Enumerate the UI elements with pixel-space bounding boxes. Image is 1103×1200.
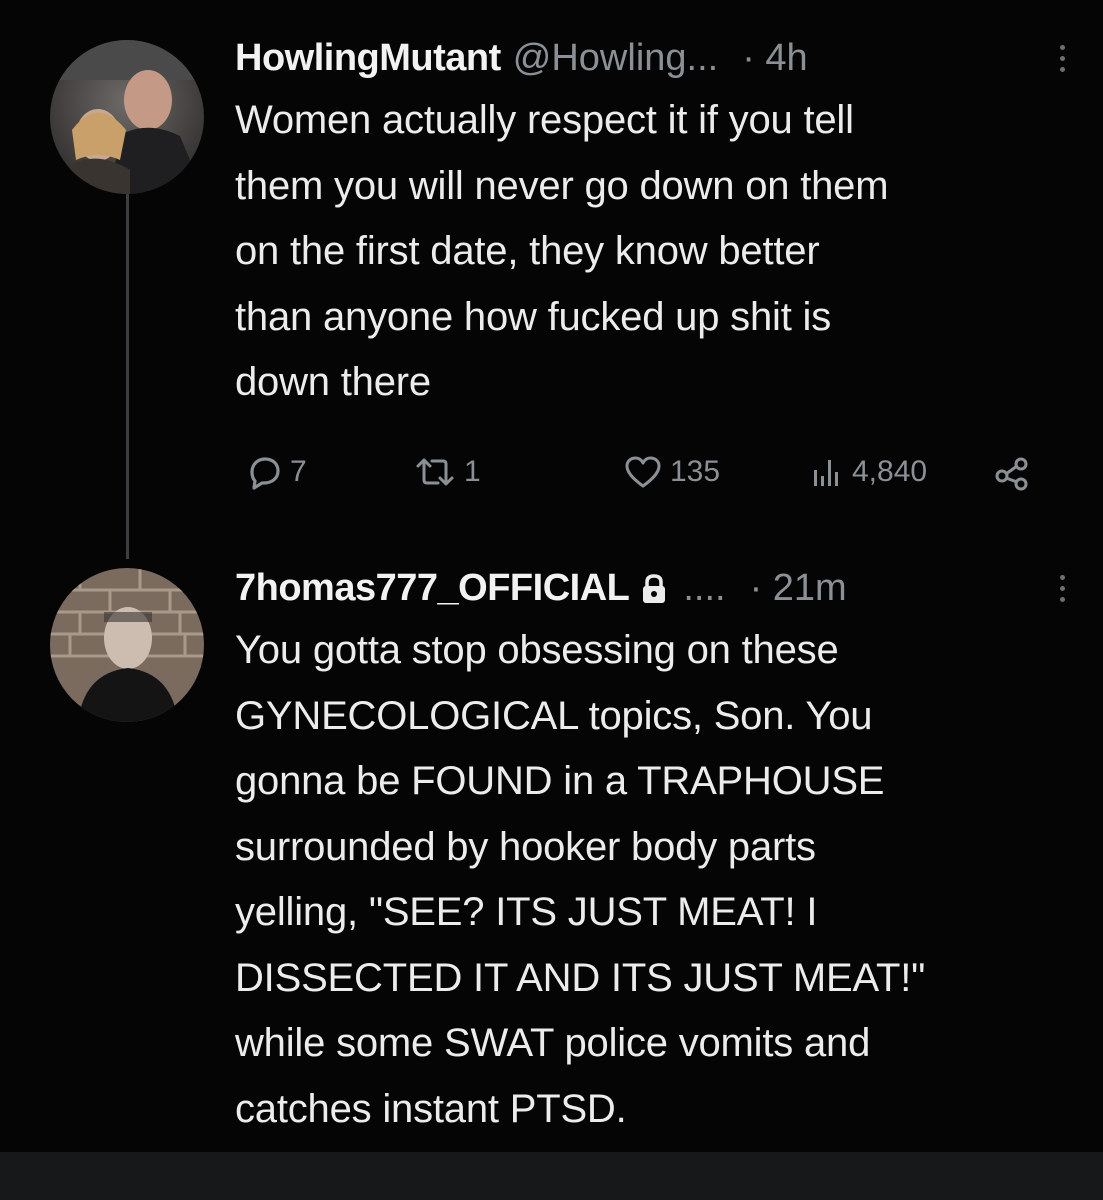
tweet-text-line: Women actually respect it if you tell — [235, 98, 854, 142]
reply-bubble-icon — [250, 457, 280, 490]
reply-button[interactable]: 7 — [244, 447, 307, 497]
timestamp[interactable]: · 21m — [750, 567, 847, 610]
truncated-handle[interactable]: .... — [683, 567, 725, 610]
screenshot-frame: HowlingMutant @Howling... · 4h Women act… — [0, 0, 1103, 1200]
tweet-text-line: gonna be FOUND in a TRAPHOUSE — [235, 759, 885, 803]
heart-icon — [625, 456, 661, 488]
user-handle[interactable]: @Howling... — [513, 37, 718, 80]
timestamp[interactable]: · 4h — [742, 37, 807, 80]
lock-icon — [641, 572, 667, 604]
tweet-text-line: them you will never go down on them — [235, 163, 889, 208]
tweet-header: HowlingMutant @Howling... · 4h — [235, 28, 1085, 88]
views-count: 4,840 — [852, 455, 928, 488]
avatar-howlingmutant[interactable] — [50, 40, 204, 194]
views-bar-chart-icon — [814, 460, 838, 486]
thread-connector-line — [126, 194, 129, 559]
retweet-button[interactable]: 1 — [412, 447, 481, 497]
reply-count: 7 — [290, 455, 307, 488]
tweet-text: You gotta stop obsessing on these GYNECO… — [235, 618, 1085, 1142]
tweet-text-line: yelling, "SEE? ITS JUST MEAT! I — [235, 890, 818, 934]
bottom-edge-bar — [0, 1152, 1103, 1200]
tweet-text-line: DISSECTED IT AND ITS JUST MEAT!" — [235, 955, 926, 1000]
display-name[interactable]: HowlingMutant — [235, 37, 501, 80]
retweet-icon — [416, 458, 454, 486]
tweet-header: 7homas777_OFFICIAL .... · 21m — [235, 558, 1085, 618]
more-vertical-icon[interactable] — [1060, 572, 1065, 605]
tweet-text-line: on the first date, they know better — [235, 229, 820, 273]
tweet-7homas777[interactable]: 7homas777_OFFICIAL .... · 21m You gotta … — [235, 558, 1085, 1142]
retweet-count: 1 — [464, 455, 481, 488]
more-vertical-icon[interactable] — [1060, 42, 1065, 75]
profile-photo-icon — [50, 40, 204, 194]
tweet-text-line: GYNECOLOGICAL topics, Son. You — [235, 693, 873, 738]
tweet-action-bar: 7 1 135 4,840 — [244, 447, 1064, 497]
share-button[interactable] — [992, 447, 1032, 497]
profile-photo-icon — [50, 568, 204, 722]
like-count: 135 — [670, 455, 721, 488]
tweet-text-line: You gotta stop obsessing on these — [235, 628, 839, 672]
views-button[interactable]: 4,840 — [806, 447, 927, 497]
avatar-7homas777[interactable] — [50, 568, 204, 722]
share-icon — [995, 457, 1028, 491]
tweet-text-line: down there — [235, 360, 431, 404]
tweet-text-line: catches instant PTSD. — [235, 1086, 627, 1131]
tweet-text-line: surrounded by hooker body parts — [235, 824, 816, 869]
tweet-text-line: while some SWAT police vomits and — [235, 1021, 871, 1065]
tweet-text: Women actually respect it if you tell th… — [235, 88, 1085, 416]
display-name[interactable]: 7homas777_OFFICIAL — [235, 567, 630, 610]
tweet-howlingmutant[interactable]: HowlingMutant @Howling... · 4h Women act… — [235, 28, 1085, 416]
like-button[interactable]: 135 — [622, 447, 720, 497]
tweet-text-line: than anyone how fucked up shit is — [235, 294, 832, 339]
